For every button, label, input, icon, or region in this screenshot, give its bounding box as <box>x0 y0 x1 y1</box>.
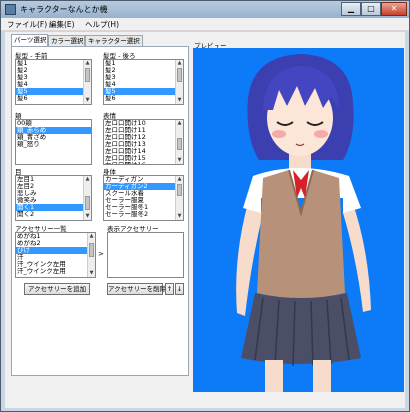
list-item[interactable]: 髪5 <box>104 88 183 95</box>
add-accessory-button[interactable]: アクセサリーを追加 <box>24 283 90 295</box>
list-item[interactable]: 左目2 <box>16 183 91 190</box>
eyes-list[interactable]: 左目1 左目2 悲しみ 微笑み 開く1 開く2 ▲ ▼ <box>15 175 92 221</box>
window-title: キャラクターなんとか機 <box>20 5 108 14</box>
list-item[interactable]: 髪1 <box>16 60 91 67</box>
front-hair-scrollbar[interactable]: ▲ ▼ <box>83 60 91 104</box>
menu-help[interactable]: ヘルプ(H) <box>85 19 119 30</box>
body-list[interactable]: カーディガン カーディガン2 スクール水着 セーラー服夏 セーラー服冬1 セーラー服冬2 … <box>103 175 184 221</box>
menu-file[interactable]: ファイル(F) <box>7 19 47 30</box>
list-item[interactable]: 髪6 <box>104 95 183 102</box>
list-item[interactable]: 髪3 <box>16 74 91 81</box>
list-item[interactable]: 髪2 <box>104 67 183 74</box>
list-item[interactable]: 左ロ口開け15 <box>104 155 183 162</box>
accessory-list[interactable]: めがね1 めがね2 ぴけ汗汗_ウインク左用 汗_ウインク左用 ▲ ▼ <box>15 232 96 278</box>
list-item[interactable]: カーディガン2 <box>104 183 183 190</box>
list-item[interactable]: カーディガン <box>104 176 183 183</box>
list-item[interactable]: 悲しみ <box>16 190 91 197</box>
list-item[interactable]: 頬_青ざめ <box>16 134 91 141</box>
list-item[interactable]: セーラー服夏 <box>104 197 183 204</box>
list-item[interactable]: 髪4 <box>104 81 183 88</box>
list-item[interactable]: 左ロ口開け13 <box>104 141 183 148</box>
list-item[interactable]: 髪2 <box>16 67 91 74</box>
expression-list[interactable]: 左ロ口開け10 左ロ口開け11 左ロ口開け12 左ロ口開け13 左ロ口開け14 左ロ口開け… <box>103 119 184 165</box>
client-area: パーツ選択 カラー選択 キャラクター選択 髪型 - 手前 髪1 髪2 髪3 髪4 髪5 髪… <box>5 32 405 408</box>
move-up-button[interactable]: ↑ <box>165 283 174 295</box>
transfer-arrow[interactable]: > <box>98 250 104 258</box>
list-item[interactable]: 汗 <box>16 254 95 261</box>
list-item[interactable]: 頬_赤らめ <box>16 127 91 134</box>
list-item[interactable]: スクール水着 <box>104 190 183 197</box>
app-icon <box>5 4 16 15</box>
list-item[interactable]: 頬_怒り <box>16 141 91 148</box>
list-item[interactable]: 左ロ口開け10 <box>104 120 183 127</box>
list-item[interactable]: 開く1 <box>16 204 91 211</box>
list-item[interactable]: 開く2 <box>16 211 91 218</box>
list-item[interactable]: 左ロ口開け16 <box>104 162 183 164</box>
list-item[interactable]: 髪4 <box>16 81 91 88</box>
list-item[interactable]: セーラー服冬1 <box>104 204 183 211</box>
list-item[interactable]: 微笑み <box>16 197 91 204</box>
body-scrollbar[interactable]: ▲ ▼ <box>175 176 183 220</box>
list-item[interactable]: 髪1 <box>104 60 183 67</box>
list-item[interactable]: めがね1 <box>16 233 95 240</box>
list-item[interactable]: ぴけ <box>16 247 95 254</box>
list-item[interactable]: 左ロ口開け12 <box>104 134 183 141</box>
front-hair-list[interactable]: 髪1 髪2 髪3 髪4 髪5 髪6 ▲ ▼ <box>15 59 92 105</box>
back-hair-list[interactable]: 髪1 髪2 髪3 髪4 髪5 髪6 ▲ ▼ <box>103 59 184 105</box>
accessory-scrollbar[interactable]: ▲ ▼ <box>87 233 95 277</box>
eyes-scrollbar[interactable]: ▲ ▼ <box>83 176 91 220</box>
character-preview <box>193 48 404 392</box>
minimize-button[interactable]: ▁ <box>341 2 361 16</box>
app-window: キャラクターなんとか機 ▁ □ ✕ ファイル(F) 編集(E) ヘルプ(H) パ… <box>0 0 410 412</box>
list-item[interactable]: 左ロ口開け14 <box>104 148 183 155</box>
list-item[interactable]: 髪5 <box>16 88 91 95</box>
shown-accessory-list[interactable] <box>107 232 184 278</box>
parts-panel: 髪型 - 手前 髪1 髪2 髪3 髪4 髪5 髪6 ▲ ▼ 髪型 - 後ろ 髪1 髪2 髪3 髪4… <box>11 46 189 376</box>
list-item[interactable]: 左目1 <box>16 176 91 183</box>
list-item[interactable]: 00頬 <box>16 120 91 127</box>
list-item[interactable]: セーラー服冬2 <box>104 211 183 218</box>
move-down-button[interactable]: ↓ <box>175 283 184 295</box>
expression-scrollbar[interactable]: ▲ ▼ <box>175 120 183 164</box>
menu-edit[interactable]: 編集(E) <box>49 19 75 30</box>
cheek-list[interactable]: 00頬 頬_赤らめ 頬_青ざめ 頬_怒り <box>15 119 92 165</box>
list-item[interactable]: めがね2 <box>16 240 95 247</box>
list-item[interactable]: 汗_ウインク左用 <box>16 261 95 268</box>
list-item[interactable]: 髪3 <box>104 74 183 81</box>
remove-accessory-button[interactable]: アクセサリーを削除 <box>107 283 166 295</box>
back-hair-scrollbar[interactable]: ▲ ▼ <box>175 60 183 104</box>
maximize-button[interactable]: □ <box>361 2 381 16</box>
title-bar[interactable]: キャラクターなんとか機 ▁ □ ✕ <box>1 1 409 18</box>
close-button[interactable]: ✕ <box>381 2 407 16</box>
list-item[interactable]: 左ロ口開け11 <box>104 127 183 134</box>
list-item[interactable]: 汗_ウインク左用 <box>16 268 95 275</box>
menu-bar: ファイル(F) 編集(E) ヘルプ(H) <box>1 18 409 31</box>
list-item[interactable]: 髪6 <box>16 95 91 102</box>
character-illustration <box>236 54 371 392</box>
